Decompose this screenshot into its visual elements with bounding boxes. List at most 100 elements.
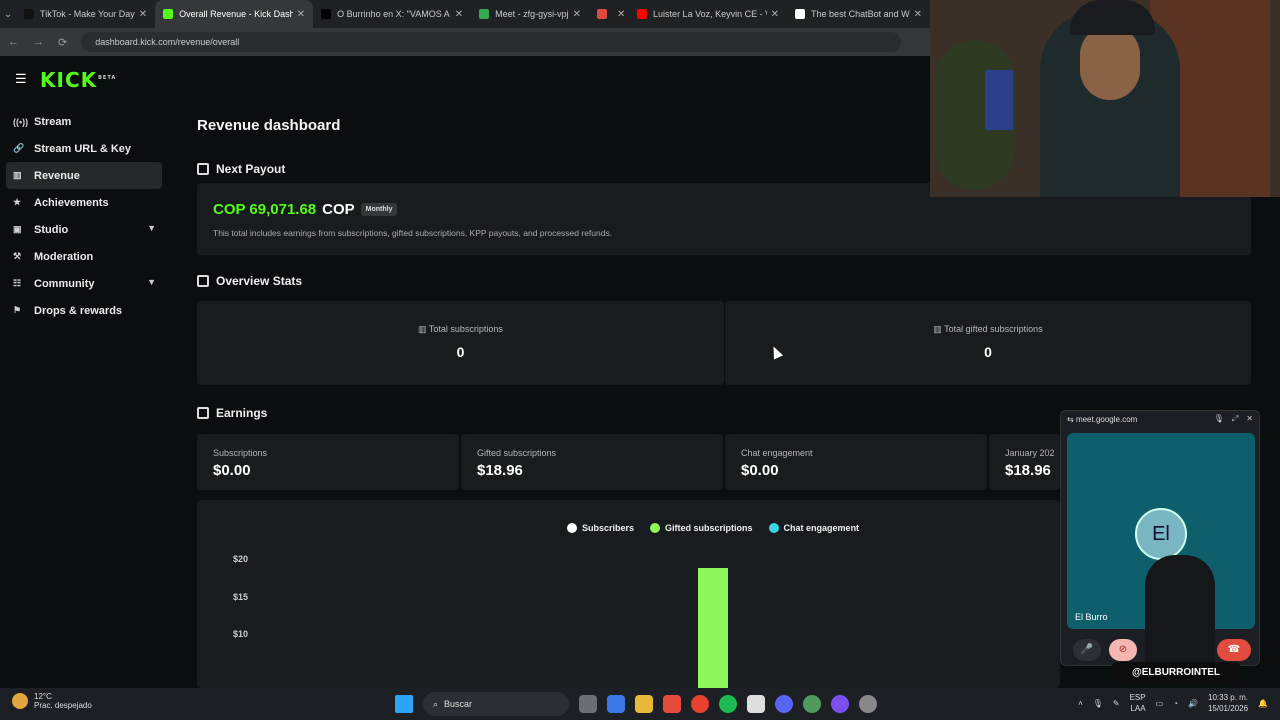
notifications-icon[interactable]: 🔔 [1258, 699, 1268, 708]
close-icon[interactable]: ✕ [139, 9, 147, 20]
browser-tab-bar: ⌄ TikTok - Make Your Day ✕ Overall Revenue … [0, 0, 930, 28]
pip-controls: 🎙 ⤢ ✕ [1214, 414, 1253, 424]
back-icon[interactable]: ← [8, 36, 19, 48]
windows-start-icon[interactable] [395, 695, 413, 713]
tab-favicon-icon [637, 9, 648, 19]
close-icon[interactable]: ✕ [573, 9, 581, 20]
notepad-icon[interactable] [747, 695, 765, 713]
figma-icon[interactable] [663, 695, 681, 713]
legend-gifted[interactable]: Gifted subscriptions [650, 523, 753, 533]
y-tick-label: $20 [233, 554, 249, 564]
system-tray: ˄ 🎙 ✎ ESP LAA ▭ ◔ 🔊 10:33 p. m. 15/01/2026… [1078, 692, 1268, 714]
monitor-icon[interactable]: ▭ [1156, 699, 1164, 708]
wifi-icon[interactable]: ◔ [1173, 699, 1178, 708]
language-indicator[interactable]: ESP LAA [1130, 692, 1146, 714]
weather-widget[interactable]: 12°C Prac. despejado [12, 692, 92, 710]
sidebar-item-achievements[interactable]: ★ Achievements [6, 189, 162, 216]
close-icon[interactable]: ✕ [1246, 414, 1253, 424]
volume-icon[interactable]: 🔊 [1188, 699, 1198, 708]
browser-tab[interactable]: TikTok - Make Your Day ✕ [16, 0, 155, 28]
chart-icon [197, 407, 209, 419]
earning-chat: Chat engagement $0.00 [725, 434, 987, 490]
stats-icon [197, 275, 209, 287]
earnings-heading: Earnings [197, 406, 267, 420]
sidebar-item-revenue[interactable]: ▥ Revenue [6, 162, 162, 189]
y-tick-label: $10 [233, 629, 249, 639]
camera-off-button[interactable]: ⊘ [1109, 639, 1137, 661]
studio-icon: ▣ [13, 224, 22, 234]
close-icon[interactable]: ✕ [617, 9, 625, 20]
link-icon: 🔗 [13, 143, 25, 153]
tab-favicon-icon [321, 9, 332, 19]
search-icon: ⌕ [433, 698, 439, 709]
browser-tab[interactable]: Luister La Voz, Keyvin CE - Vue✕ [629, 0, 787, 28]
mic-button[interactable]: 🎤 [1073, 639, 1101, 661]
earning-gifted: Gifted subscriptions $18.96 [461, 434, 723, 490]
clock[interactable]: 10:33 p. m. 15/01/2026 [1208, 692, 1248, 714]
pen-icon[interactable]: ✎ [1113, 699, 1120, 708]
copilot-icon[interactable] [607, 695, 625, 713]
star-icon: ★ [13, 197, 22, 207]
close-icon[interactable]: ✕ [771, 9, 779, 20]
monthly-badge: Monthly [360, 203, 398, 216]
sidebar-item-community[interactable]: ☷ Community ▼ [6, 270, 162, 297]
sidebar-item-moderation[interactable]: ⚒ Moderation [6, 243, 162, 270]
streamer-cap [1070, 0, 1155, 35]
stat-value: 0 [456, 344, 465, 360]
taskbar: 12°C Prac. despejado ⌕ Buscar ˄ 🎙 ✎ ESP LAA… [0, 688, 1280, 720]
chevron-down-icon[interactable]: ▼ [147, 277, 156, 287]
stat-total-gifted: ▥ Total gifted subscriptions 0 [725, 301, 1251, 385]
chevron-down-icon[interactable]: ▼ [147, 223, 156, 233]
handle-tag: @ELBURROINTEL [1112, 662, 1240, 684]
settings-icon[interactable] [859, 695, 877, 713]
tab-favicon-icon [597, 9, 608, 19]
sidebar-item-stream[interactable]: ((•)) Stream [6, 108, 162, 135]
mic-icon[interactable]: 🎙 [1093, 699, 1103, 708]
payout-amount: COP 69,071.68 COP Monthly [213, 201, 398, 218]
earning-january: January 202 $18.96 [989, 434, 1060, 490]
sidebar-item-drops-rewards[interactable]: ⚑ Drops & rewards [6, 297, 162, 324]
sidebar: ((•)) Stream 🔗 Stream URL & Key ▥ Revenue ★… [6, 108, 162, 324]
hammer-icon: ⚒ [13, 251, 22, 261]
forward-icon[interactable]: → [33, 36, 44, 48]
legend-subscribers[interactable]: Subscribers [567, 523, 634, 533]
browser-tab[interactable]: Overall Revenue - Kick Dashbo ✕ [155, 0, 314, 28]
end-call-button[interactable]: ☎ [1217, 639, 1251, 661]
chrome-icon[interactable] [691, 695, 709, 713]
browser-tab[interactable]: O Burrinho en X: "VAMOS A Q ✕ [313, 0, 471, 28]
task-view-icon[interactable] [579, 695, 597, 713]
url-input[interactable]: dashboard.kick.com/revenue/overall [81, 32, 902, 52]
close-icon[interactable]: ✕ [455, 9, 463, 20]
page-title: Revenue dashboard [197, 117, 341, 134]
avatar: El [1135, 508, 1187, 560]
chart-legend: Subscribers Gifted subscriptions Chat en… [567, 523, 859, 533]
taskbar-search[interactable]: ⌕ Buscar [423, 692, 569, 716]
close-icon[interactable]: ✕ [297, 9, 305, 20]
chevron-up-icon[interactable]: ˄ [1078, 699, 1083, 708]
sidebar-item-stream-url-key[interactable]: 🔗 Stream URL & Key [6, 135, 162, 162]
browser-tab[interactable]: Meet - zfg-gysi-vpj ✕ [471, 0, 589, 28]
reload-icon[interactable]: ⟳ [58, 36, 67, 49]
chrome-profile-icon[interactable] [803, 695, 821, 713]
close-icon[interactable]: ✕ [914, 9, 922, 20]
browser-tab[interactable]: ✕ [589, 0, 629, 28]
expand-icon[interactable]: ⤢ [1232, 414, 1238, 424]
kick-logo[interactable]: KICKBETA [40, 68, 116, 92]
discord-icon[interactable] [775, 695, 793, 713]
tab-list-icon[interactable]: ⌄ [0, 9, 16, 20]
y-tick-label: $15 [233, 591, 249, 602]
mic-icon[interactable]: 🎙 [1214, 414, 1224, 424]
weather-icon [12, 693, 28, 709]
stat-label: ▥ Total subscriptions [418, 324, 503, 334]
file-explorer-icon[interactable] [635, 695, 653, 713]
menu-icon[interactable]: ☰ [15, 71, 27, 87]
legend-chat[interactable]: Chat engagement [768, 523, 859, 533]
app-icon[interactable] [831, 695, 849, 713]
streamer-face [1080, 25, 1140, 100]
stat-total-subscriptions: ▥ Total subscriptions 0 [197, 301, 724, 385]
browser-tab[interactable]: The best ChatBot and W ✕ [787, 0, 930, 28]
stat-label: ▥ Total gifted subscriptions [933, 324, 1043, 334]
spotify-icon[interactable] [719, 695, 737, 713]
earnings-chart: Subscribers Gifted subscriptions Chat en… [197, 500, 1060, 710]
sidebar-item-studio[interactable]: ▣ Studio ▼ [6, 216, 162, 243]
